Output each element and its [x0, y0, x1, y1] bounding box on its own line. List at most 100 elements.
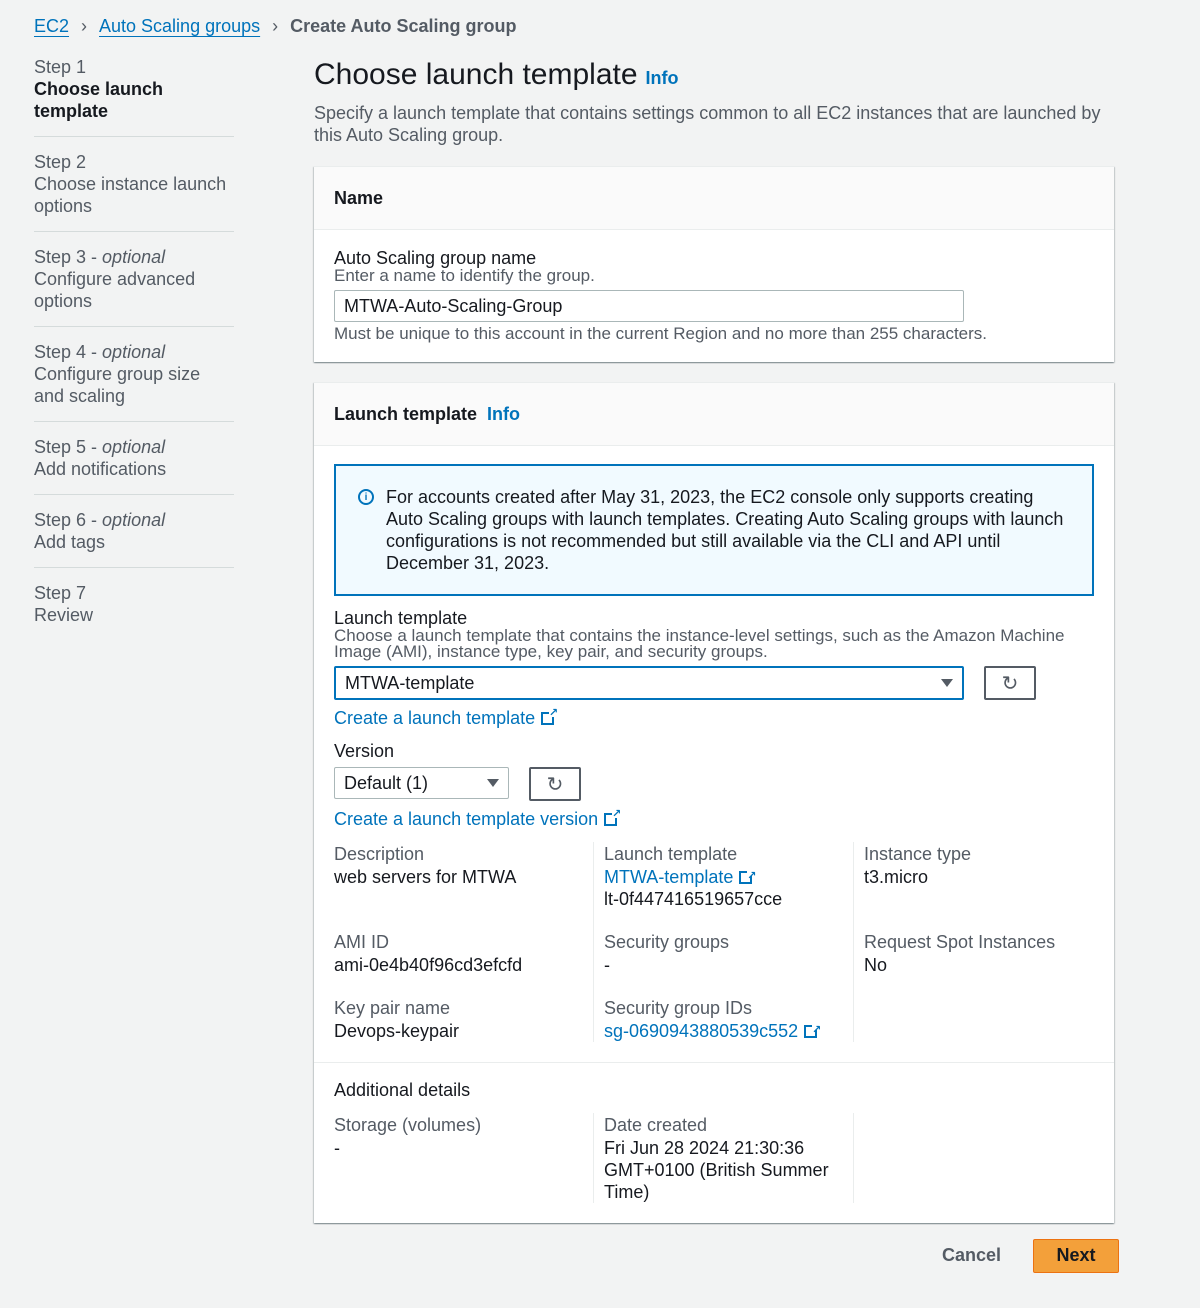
create-launch-template-link[interactable]: Create a launch template	[334, 706, 558, 728]
refresh-icon: ↻	[1001, 672, 1019, 695]
refresh-versions-button[interactable]: ↻	[529, 767, 581, 801]
lt-key: Launch template	[604, 844, 738, 864]
external-link-icon	[604, 807, 621, 826]
security-group-id-link[interactable]: sg-0690943880539c552	[604, 1019, 821, 1041]
step-optional: optional	[102, 247, 166, 267]
breadcrumb-auto-scaling-groups[interactable]: Auto Scaling groups	[99, 16, 260, 37]
additional-details-title: Additional details	[334, 1080, 471, 1100]
step-optional: optional	[102, 510, 166, 530]
step-title: Add notifications	[34, 459, 167, 479]
refresh-launch-templates-button[interactable]: ↻	[984, 666, 1036, 700]
caret-down-icon	[487, 779, 499, 787]
alert-text: For accounts created after May 31, 2023,…	[386, 487, 1064, 573]
lt-id-value: lt-0f447416519657cce	[604, 889, 783, 909]
info-circle-icon: i	[358, 489, 374, 505]
chevron-right-icon: ›	[272, 16, 279, 36]
step-6[interactable]: Step 6 - optional Add tags	[34, 509, 234, 568]
step-number-text: Step 6	[34, 510, 87, 530]
chevron-right-icon: ›	[81, 16, 88, 36]
step-number-text: Step 4	[34, 342, 87, 362]
page-title: Choose launch template	[314, 58, 638, 91]
name-panel: Name Auto Scaling group name Enter a nam…	[314, 166, 1114, 362]
page-info-link[interactable]: Info	[646, 68, 679, 89]
spot-key: Request Spot Instances	[864, 932, 1056, 952]
lt-link-text: MTWA-template	[604, 867, 734, 887]
name-panel-body: Auto Scaling group name Enter a name to …	[314, 230, 1114, 362]
spot-value: No	[864, 955, 888, 975]
step-2[interactable]: Step 2 Choose instance launch options	[34, 151, 234, 232]
launch-template-info-link[interactable]: Info	[487, 404, 520, 425]
launch-template-field: Launch template Choose a launch template…	[334, 608, 1094, 729]
asg-name-label: Auto Scaling group name	[334, 248, 537, 268]
ami-key: AMI ID	[334, 932, 390, 952]
keypair-key: Key pair name	[334, 998, 451, 1018]
launch-template-label: Launch template	[334, 608, 468, 628]
step-title: Configure group size and scaling	[34, 364, 201, 406]
step-title: Add tags	[34, 532, 106, 552]
name-panel-header: Name	[314, 167, 1114, 230]
launch-template-select-value: MTWA-template	[345, 672, 475, 693]
create-launch-template-version-link[interactable]: Create a launch template version	[334, 807, 621, 829]
step-optional: optional	[102, 342, 166, 362]
additional-details-grid: Storage (volumes) - Date created Fri Jun…	[334, 1113, 1094, 1203]
launch-template-panel-body: i For accounts created after May 31, 202…	[314, 464, 1114, 1062]
launch-template-panel-header: Launch template Info	[314, 383, 1114, 446]
lt-link-row: MTWA-template	[604, 865, 841, 888]
step-title: Choose launch template	[34, 79, 164, 121]
version-field: Version Default (1) ↻ Create a launch te…	[334, 741, 1094, 830]
next-button[interactable]: Next	[1033, 1238, 1120, 1273]
additional-col-1: Storage (volumes) -	[334, 1113, 594, 1203]
create-version-row: Create a launch template version	[334, 807, 1094, 830]
sg-key: Security groups	[604, 932, 730, 952]
sgid-key: Security group IDs	[604, 998, 753, 1018]
sgid-text: sg-0690943880539c552	[604, 1021, 799, 1041]
external-link-icon	[739, 865, 756, 887]
step-4[interactable]: Step 4 - optional Configure group size a…	[34, 341, 234, 422]
breadcrumb-ec2[interactable]: EC2	[34, 16, 69, 37]
additional-details: Additional details Storage (volumes) - D…	[314, 1062, 1114, 1223]
version-select[interactable]: Default (1)	[334, 767, 509, 799]
asg-name-hint: Must be unique to this account in the cu…	[334, 324, 988, 343]
launch-template-panel: Launch template Info i For accounts crea…	[314, 382, 1114, 1223]
wizard-steps: Step 1 Choose launch template Step 2 Cho…	[34, 56, 234, 654]
version-select-row: Default (1) ↻	[334, 767, 1094, 801]
sg-value: -	[604, 955, 610, 975]
step-title: Configure advanced options	[34, 269, 196, 311]
launch-template-desc: Choose a launch template that contains t…	[334, 626, 1065, 661]
asg-name-input[interactable]: MTWA-Auto-Scaling-Group	[334, 290, 964, 322]
ami-value: ami-0e4b40f96cd3efcfd	[334, 955, 523, 975]
main-content: Choose launch template Info Specify a la…	[314, 58, 1114, 1223]
version-label: Version	[334, 741, 395, 761]
launch-template-select-row: MTWA-template ↻	[334, 666, 1094, 700]
step-3[interactable]: Step 3 - optional Configure advanced opt…	[34, 246, 234, 327]
description-key: Description	[334, 844, 425, 864]
breadcrumb: EC2 › Auto Scaling groups › Create Auto …	[34, 16, 516, 37]
step-7[interactable]: Step 7 Review	[34, 582, 234, 640]
step-title: Choose instance launch options	[34, 174, 227, 216]
version-select-value: Default (1)	[344, 772, 429, 793]
breadcrumb-current: Create Auto Scaling group	[290, 16, 517, 36]
description-value: web servers for MTWA	[334, 867, 517, 887]
storage-key: Storage (volumes)	[334, 1115, 482, 1135]
details-col-3: Instance type t3.micro Request Spot Inst…	[854, 842, 1114, 1042]
step-number: Step 6 - optional	[34, 510, 166, 530]
step-number-text: Step 5	[34, 437, 87, 457]
additional-col-3	[854, 1113, 1114, 1203]
step-title: Review	[34, 605, 94, 625]
wizard-footer: Cancel Next	[930, 1238, 1120, 1273]
details-col-2: Launch template MTWA-template lt-0f44741…	[594, 842, 854, 1042]
launch-template-select[interactable]: MTWA-template	[334, 666, 964, 700]
step-5[interactable]: Step 5 - optional Add notifications	[34, 436, 234, 495]
create-version-text: Create a launch template version	[334, 809, 599, 829]
additional-col-2: Date created Fri Jun 28 2024 21:30:36 GM…	[594, 1113, 854, 1203]
sgid-row: sg-0690943880539c552	[604, 1019, 841, 1042]
launch-template-detail-link[interactable]: MTWA-template	[604, 865, 756, 887]
instance-type-key: Instance type	[864, 844, 972, 864]
step-number: Step 3 - optional	[34, 247, 166, 267]
step-number: Step 2	[34, 152, 87, 172]
page-title-row: Choose launch template Info	[314, 58, 1114, 92]
asg-name-desc: Enter a name to identify the group.	[334, 266, 595, 285]
cancel-button[interactable]: Cancel	[930, 1238, 1013, 1273]
storage-value: -	[334, 1138, 340, 1158]
step-number: Step 5 - optional	[34, 437, 166, 457]
